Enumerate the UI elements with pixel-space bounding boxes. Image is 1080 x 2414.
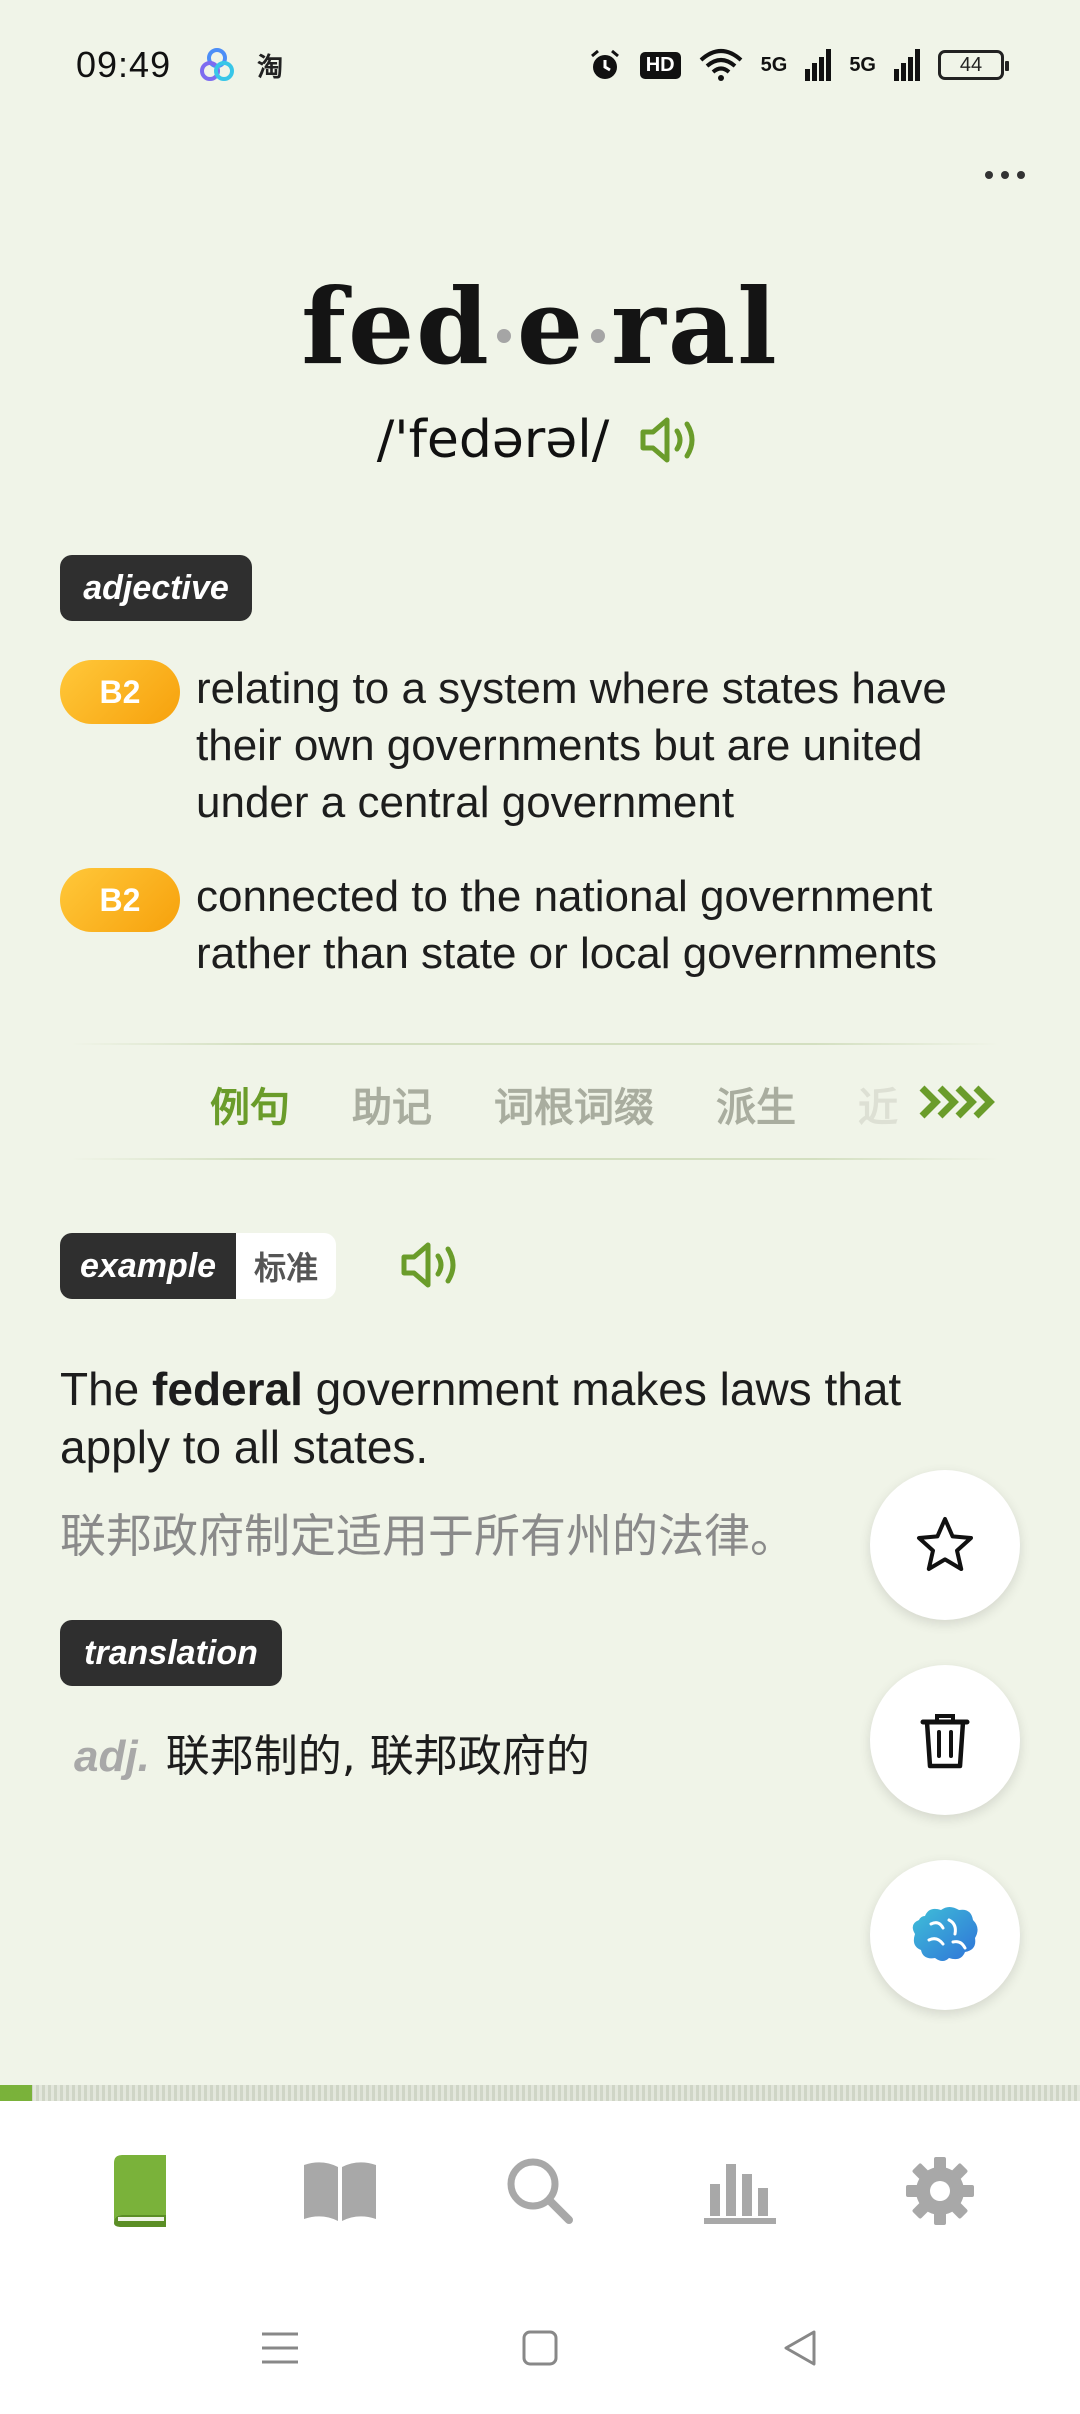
more-dot	[985, 171, 993, 179]
signal-5g-label-2: 5G	[849, 53, 876, 76]
home-icon[interactable]	[520, 2328, 560, 2368]
example-tag-group: example 标准	[60, 1233, 337, 1299]
stats-icon	[704, 2164, 776, 2224]
signal-5g-label-1: 5G	[760, 53, 788, 76]
sense-definition: connected to the national government rat…	[196, 872, 938, 978]
level-badge: B2	[60, 868, 180, 932]
translation-text: 联邦制的, 联邦政府的	[165, 1731, 590, 1782]
status-bar: 09:49 淘 HD 5G 5G 44	[0, 0, 1080, 130]
example-sentence: The federal government makes laws that a…	[60, 1360, 960, 1476]
nav-learn[interactable]	[90, 2141, 190, 2241]
nav-settings[interactable]	[890, 2141, 990, 2241]
more-dot	[1017, 171, 1025, 179]
translation-tag: translation	[60, 1620, 282, 1686]
more-dot	[1001, 171, 1009, 179]
speaker-icon[interactable]	[639, 415, 703, 465]
pos-tag: adjective	[60, 555, 252, 621]
battery-icon: 44	[938, 50, 1009, 80]
level-badge: B2	[60, 660, 180, 724]
example-translation: 联邦政府制定适用于所有州的法律。	[60, 1509, 796, 1563]
tab-mnemonic[interactable]: 助记	[352, 1075, 432, 1133]
accent-selector[interactable]: 标准	[236, 1233, 337, 1299]
syllable: fed	[301, 265, 491, 388]
signal-icon-2	[894, 49, 920, 81]
nav-statistics[interactable]	[690, 2141, 790, 2241]
tab-examples[interactable]: 例句	[210, 1075, 290, 1133]
headword: fed e ral	[0, 265, 1080, 388]
back-icon[interactable]	[780, 2328, 820, 2368]
more-options-button[interactable]	[970, 150, 1040, 200]
status-indicators: HD 5G 5G 44	[588, 48, 1009, 82]
tabs-more-arrow-icon[interactable]	[918, 1082, 1000, 1122]
trash-icon	[920, 1714, 970, 1769]
syllable-separator	[591, 328, 606, 343]
example-text: The	[60, 1363, 153, 1415]
syllable-separator	[496, 328, 511, 343]
signal-icon-1	[805, 49, 832, 81]
delete-button[interactable]	[870, 1665, 1020, 1815]
star-icon	[917, 1517, 973, 1571]
tab-derivatives[interactable]: 派生	[716, 1075, 796, 1133]
app-notification-icon	[200, 48, 235, 81]
sense-definition: relating to a system where states have t…	[196, 664, 947, 827]
sense-item: B2 connected to the national government …	[60, 868, 1020, 982]
gear-icon	[906, 2157, 974, 2225]
tab-synonyms[interactable]: 近	[858, 1075, 898, 1133]
tabs-divider-top	[70, 1043, 1000, 1045]
study-progress-fill	[0, 2085, 33, 2101]
example-tag: example	[60, 1233, 237, 1299]
nav-wordbook[interactable]	[290, 2141, 390, 2241]
search-icon	[507, 2158, 573, 2224]
syllable: ral	[611, 265, 779, 388]
hd-voice-icon: HD	[639, 51, 681, 79]
translation-pos: adj.	[74, 1732, 150, 1781]
open-book-icon	[304, 2162, 376, 2221]
alarm-icon	[590, 49, 619, 79]
pronunciation-row: /'fedərəl/	[0, 410, 1080, 470]
example-keyword: federal	[152, 1363, 303, 1415]
syllable: e	[516, 265, 586, 388]
tab-roots-affixes[interactable]: 词根词缀	[494, 1075, 654, 1133]
detail-tabs: 例句 助记 词根词缀 派生 近	[210, 1075, 898, 1133]
wifi-icon	[699, 49, 742, 81]
taobao-notification-icon: 淘	[257, 51, 284, 82]
battery-level: 44	[959, 53, 983, 76]
book-icon	[114, 2155, 166, 2227]
nav-search[interactable]	[490, 2141, 590, 2241]
pronunciation: /'fedərəl/	[376, 410, 610, 470]
status-time: 09:49	[76, 44, 172, 85]
tabs-divider-bottom	[70, 1158, 1000, 1160]
memory-button[interactable]	[870, 1860, 1020, 2010]
system-navigation	[0, 2281, 1080, 2414]
sense-item: B2 relating to a system where states hav…	[60, 660, 1020, 831]
example-speaker-icon[interactable]	[400, 1240, 464, 1290]
bottom-navigation	[0, 2101, 1080, 2281]
favorite-button[interactable]	[870, 1470, 1020, 1620]
menu-icon[interactable]	[260, 2328, 300, 2368]
translation-row: adj. 联邦制的, 联邦政府的	[74, 1720, 590, 1784]
study-progress-bar	[0, 2085, 1080, 2101]
brain-icon	[912, 1907, 978, 1961]
